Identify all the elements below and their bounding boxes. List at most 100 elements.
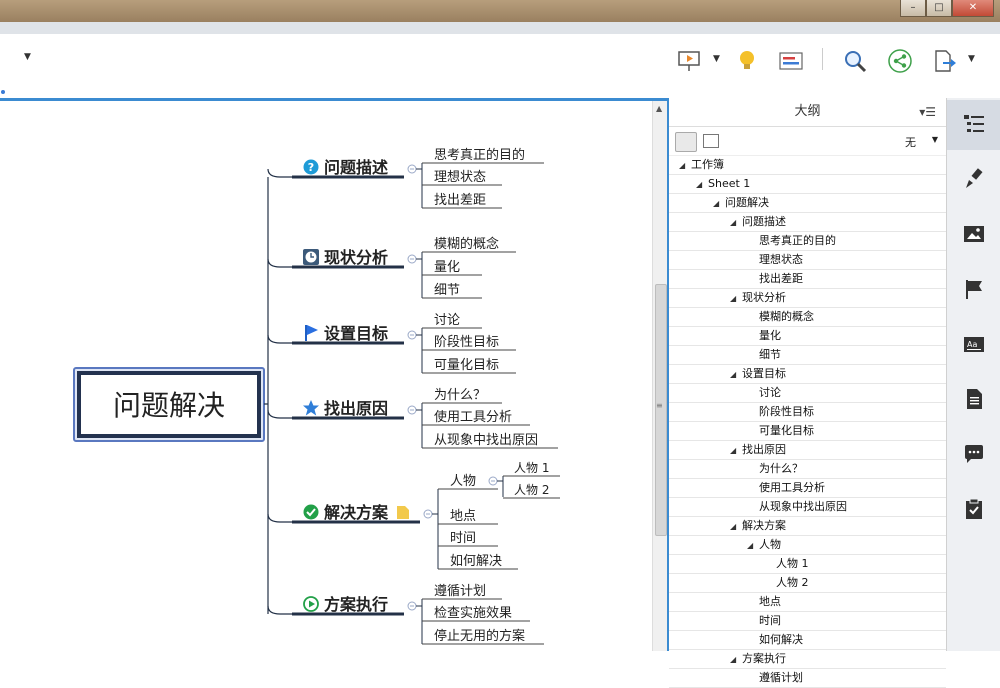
outline-row[interactable]: 阶段性目标 [669,403,946,422]
presentation-menu-chevron-icon[interactable]: ▼ [713,54,720,64]
sidebar-marker-button[interactable] [947,265,1000,315]
outline-row[interactable]: ◢ 工作簿 [669,156,946,175]
expand-triangle-icon[interactable]: ◢ [730,214,742,232]
toolbar-divider [822,48,823,70]
outline-toolbar: 无 ▼ [669,127,946,156]
flag-icon [307,325,318,335]
outline-row[interactable]: ◢ 解决方案 [669,517,946,536]
outline-row[interactable]: ◢ 问题描述 [669,213,946,232]
branch-connector [267,605,292,615]
outline-row[interactable]: 从现象中找出原因 [669,498,946,517]
outline-row[interactable]: 讨论 [669,384,946,403]
topic-label: 解决方案 [324,503,389,522]
gantt-icon[interactable] [778,48,804,74]
expand-triangle-icon[interactable]: ◢ [730,651,742,669]
canvas-scrollbar[interactable]: ▲ ≡ [652,101,668,651]
outline-row[interactable]: 地点 [669,593,946,612]
outline-row[interactable]: ◢ 现状分析 [669,289,946,308]
expand-triangle-icon[interactable]: ◢ [747,537,759,555]
outline-menu-icon[interactable]: ▾☰ [919,98,936,126]
lightbulb-icon[interactable] [734,48,760,74]
clipboard-check-icon [966,498,982,519]
sidebar-comments-button[interactable] [947,430,1000,480]
outline-row[interactable]: 人物 1 [669,555,946,574]
subtopic-label: 模糊的概念 [434,236,499,252]
export-menu-chevron-icon[interactable]: ▼ [968,54,975,64]
sidebar-format-button[interactable] [947,155,1000,205]
outline-row-label: 人物 2 [776,576,809,589]
outline-row[interactable]: 为什么？ [669,460,946,479]
outline-row-label: 地点 [759,595,781,608]
outline-row-label: 时间 [759,614,781,627]
minimize-button[interactable]: – [900,0,926,17]
search-icon[interactable] [842,48,868,74]
outline-view-toggle-button[interactable] [675,132,697,152]
expand-triangle-icon[interactable]: ◢ [730,290,742,308]
outline-filter-select[interactable]: 无 [905,134,916,150]
subtopic-label: 找出差距 [434,193,486,208]
chevron-down-icon[interactable]: ▼ [932,135,938,144]
presentation-icon[interactable] [676,48,702,74]
outline-row[interactable]: 量化 [669,327,946,346]
outline-row[interactable]: 找出差距 [669,270,946,289]
sidebar-notes-button[interactable] [947,375,1000,425]
outline-row[interactable]: ◢ 问题解决 [669,194,946,213]
outline-row-label: 从现象中找出原因 [759,500,847,513]
outline-row[interactable]: 思考真正的目的 [669,232,946,251]
outline-row[interactable]: ◢ Sheet 1 [669,175,946,194]
outline-row-label: 现状分析 [742,291,786,304]
outline-row[interactable]: 细节 [669,346,946,365]
outline-row[interactable]: 时间 [669,612,946,631]
branch-connector [267,409,292,419]
scrollbar-grip-icon: ≡ [656,401,663,410]
expand-triangle-icon[interactable]: ◢ [696,176,708,194]
outline-row-label: Sheet 1 [708,177,751,190]
export-icon[interactable] [931,48,957,74]
expand-triangle-icon[interactable]: ◢ [679,157,691,175]
mindmap-svg[interactable]: 问题解决? 问题描述 思考真正的目的理想状态找出差距现状分析 模糊的概念量化细节设置目… [0,101,652,651]
outline-row[interactable]: 如何解决 [669,631,946,650]
scrollbar-thumb[interactable] [655,284,667,536]
outline-icon [964,115,984,132]
outline-row[interactable]: 人物 2 [669,574,946,593]
outline-row-label: 问题解决 [725,196,769,209]
document-icon [967,389,982,409]
close-button[interactable]: ✕ [952,0,994,17]
sidebar-image-button[interactable] [947,210,1000,260]
expand-triangle-icon[interactable]: ◢ [730,442,742,460]
outline-row[interactable]: ◢ 人物 [669,536,946,555]
outline-row[interactable]: ◢ 找出原因 [669,441,946,460]
check-icon [303,504,319,520]
subtopic-label: 量化 [434,260,460,275]
expand-triangle-icon[interactable]: ◢ [730,366,742,384]
root-topic-label: 问题解决 [113,389,225,422]
outline-row[interactable]: 理想状态 [669,251,946,270]
flag-icon [966,280,982,299]
comment-icon [965,445,983,463]
sidebar-task-button[interactable] [947,485,1000,535]
outline-row[interactable]: ◢ 设置目标 [669,365,946,384]
expand-triangle-icon[interactable]: ◢ [713,195,725,213]
outline-row[interactable]: 遵循计划 [669,669,946,688]
outline-row[interactable]: ◢ 方案执行 [669,650,946,669]
branch-connector [267,334,292,344]
expand-triangle-icon[interactable]: ◢ [730,518,742,536]
outline-row[interactable]: 模糊的概念 [669,308,946,327]
outline-card-view-icon[interactable] [703,134,719,148]
share-icon[interactable] [887,48,913,74]
outline-title: 大纲 [794,104,821,119]
brush-icon [966,168,983,188]
sidebar-outline-button[interactable] [947,100,1000,150]
maximize-button[interactable]: □ [926,0,952,17]
mindmap-canvas[interactable]: 问题解决? 问题描述 思考真正的目的 理想状态 找出差距 现状分析 模糊的概念 量化 细节 设置目… [0,101,652,651]
chevron-down-icon[interactable]: ▼ [24,52,31,62]
outline-row[interactable]: 可量化目标 [669,422,946,441]
subtopic-label: 人物 2 [514,483,549,497]
sidebar-label-button[interactable]: Aa [947,320,1000,370]
scroll-up-icon[interactable]: ▲ [656,104,662,113]
note-icon[interactable] [397,506,409,519]
subtopic-label: 思考真正的目的 [434,147,525,163]
outline-row[interactable]: 使用工具分析 [669,479,946,498]
outline-row-label: 使用工具分析 [759,481,825,494]
toolbar-indicator-icon [1,90,5,94]
